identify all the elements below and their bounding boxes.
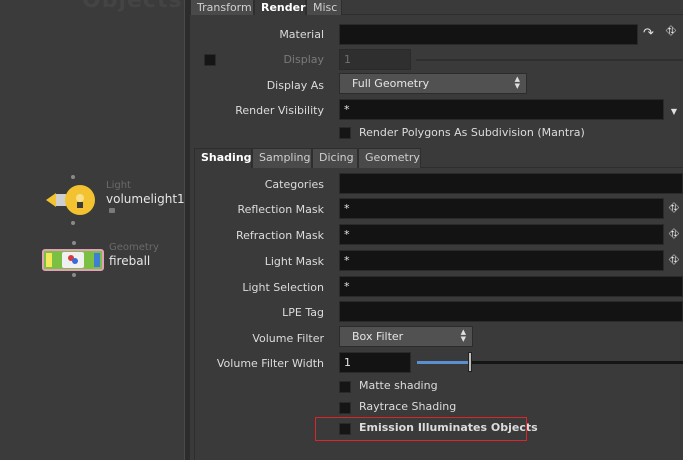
material-field[interactable] [339,24,638,45]
network-title: Objects [82,0,183,13]
highlight-box [315,417,527,441]
geometry-icon [62,252,84,268]
parameter-pane: Transform Render Misc Material ↷ ⛗ Displ… [190,0,683,460]
node-name-label: fireball [109,254,151,268]
tab-shading[interactable]: Shading [194,148,252,168]
light-selection-field[interactable]: * [339,276,683,297]
tab-dicing[interactable]: Dicing [312,148,358,168]
tab-geometry[interactable]: Geometry [358,148,421,168]
node-type-label: Geometry [109,242,159,253]
volume-filter-width-slider[interactable] [417,352,683,373]
display-slider-track [416,59,683,61]
tab-transform[interactable]: Transform [190,0,254,15]
geometry-node-body [42,249,104,271]
tab-render[interactable]: Render [254,0,306,15]
tab-sampling[interactable]: Sampling [252,148,312,168]
network-pane[interactable]: Objects Light volumelight1 Geometry fire… [0,0,186,460]
volume-filter-width-field[interactable]: 1 [339,352,411,373]
matte-shading-label: Matte shading [359,379,438,392]
lpe-tag-label: LPE Tag [282,306,324,319]
light-mask-label: Light Mask [264,255,324,268]
lpe-tag-field[interactable] [339,301,683,322]
reflection-mask-field[interactable]: * [339,198,664,219]
light-selection-label: Light Selection [242,281,324,294]
tab-misc[interactable]: Misc [306,0,342,15]
display-as-label: Display As [266,79,324,92]
dropdown-arrows-icon: ▲ ▼ [514,75,520,90]
raytrace-shading-label: Raytrace Shading [359,400,457,413]
node-input-pin[interactable] [72,241,76,245]
reflection-mask-chooser-icon[interactable]: ⛗ [667,201,681,217]
display-label: Display [283,53,324,66]
categories-field[interactable] [339,173,683,194]
light-mask-chooser-icon[interactable]: ⛗ [667,253,681,269]
light-mask-field[interactable]: * [339,250,664,271]
node-output-pin[interactable] [71,221,75,225]
matte-shading-checkbox[interactable] [339,381,351,393]
dropdown-arrows-icon: ▲ ▼ [460,328,466,343]
refraction-mask-field[interactable]: * [339,224,664,245]
render-visibility-field[interactable]: * [339,99,664,120]
raytrace-shading-checkbox[interactable] [339,402,351,414]
refraction-mask-label: Refraction Mask [236,229,324,242]
refraction-mask-chooser-icon[interactable]: ⛗ [667,227,681,243]
render-visibility-menu-icon[interactable] [667,102,681,118]
display-as-dropdown[interactable]: Full Geometry ▲ ▼ [339,73,527,94]
lock-icon [109,208,115,213]
volume-filter-value: Box Filter [352,330,404,343]
volume-filter-label: Volume Filter [252,332,324,345]
slider-fill [417,361,470,364]
material-label: Material [279,28,324,41]
node-name-label: volumelight1 [106,192,185,206]
light-bulb-icon [46,185,95,215]
node-type-label: Light [106,180,131,191]
jump-to-material-icon[interactable]: ↷ [643,26,657,42]
volume-filter-dropdown[interactable]: Box Filter ▲ ▼ [339,326,473,347]
render-visibility-label: Render Visibility [235,104,324,117]
node-volumelight1[interactable]: Light volumelight1 [40,175,185,225]
render-polygons-label: Render Polygons As Subdivision (Mantra) [359,126,585,139]
slider-handle[interactable] [468,352,472,372]
reflection-mask-label: Reflection Mask [237,203,324,216]
categories-label: Categories [264,178,324,191]
display-field[interactable]: 1 [339,49,411,70]
volume-filter-width-label: Volume Filter Width [216,357,324,370]
node-chooser-icon[interactable]: ⛗ [664,24,678,40]
display-as-value: Full Geometry [352,77,430,90]
node-output-pin[interactable] [72,273,76,277]
node-fireball[interactable]: Geometry fireball [40,240,185,280]
render-polygons-checkbox[interactable] [339,127,351,139]
